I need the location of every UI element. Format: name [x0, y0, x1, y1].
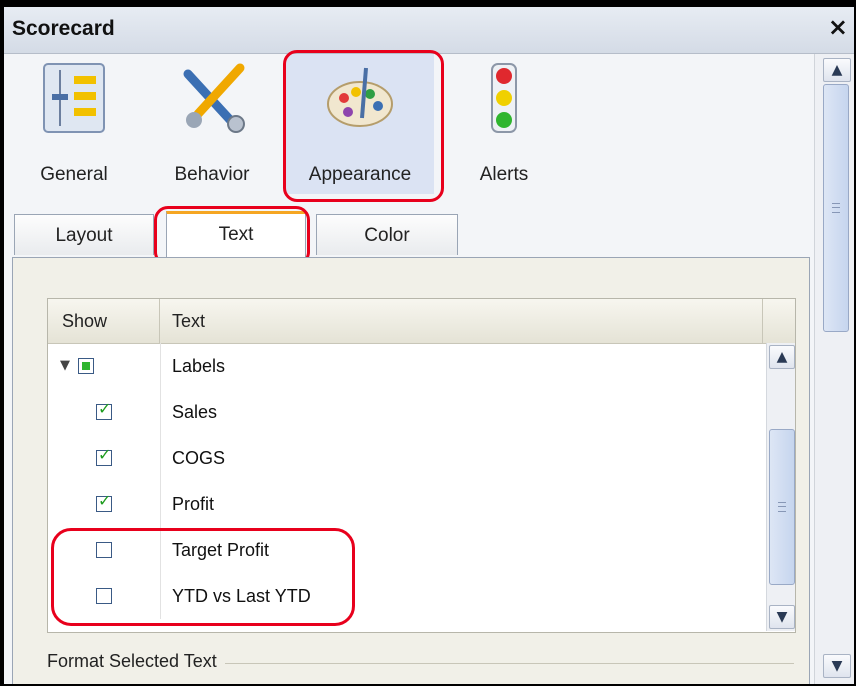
grip-icon — [832, 203, 840, 213]
category-general-button[interactable]: General — [14, 54, 134, 194]
tab-color[interactable]: Color — [316, 214, 458, 255]
labels-checkbox[interactable] — [78, 358, 94, 374]
grid-scrollbar[interactable]: ▲ ▼ — [766, 343, 795, 631]
traffic-light-icon — [491, 63, 517, 133]
tab-layout[interactable]: Layout — [14, 214, 154, 255]
row-text: COGS — [172, 448, 226, 468]
row-text: Labels — [172, 356, 226, 376]
format-selected-text-label: Format Selected Text — [47, 651, 225, 672]
scorecard-panel: Scorecard × General Behavior Appearance … — [4, 7, 854, 684]
category-behavior-button[interactable]: Behavior — [152, 54, 272, 194]
row-text: Target Profit — [172, 540, 270, 560]
category-label: General — [40, 164, 108, 185]
checkmark-icon: ✓ — [98, 399, 112, 418]
row-text: YTD vs Last YTD — [172, 586, 311, 606]
tools-icon — [183, 63, 245, 133]
row-text: Sales — [172, 402, 218, 422]
panel-scroll-thumb[interactable] — [823, 84, 849, 332]
sales-checkbox[interactable]: ✓ — [96, 399, 112, 420]
scroll-down-icon[interactable]: ▼ — [769, 605, 795, 629]
column-header-show[interactable]: Show — [48, 299, 160, 343]
checkmark-icon: ✓ — [98, 445, 112, 464]
column-header-text[interactable]: Text — [160, 299, 763, 343]
category-appearance-button[interactable]: Appearance — [286, 54, 434, 194]
title-bar: Scorecard × — [4, 7, 854, 54]
tab-text[interactable]: Text — [166, 211, 306, 260]
text-visibility-grid: Show Text ▼ Labels ✓ Sales ✓ COGS ✓ Prof… — [47, 298, 796, 633]
ytd-vs-last-ytd-checkbox[interactable] — [96, 588, 112, 604]
table-row[interactable]: ✓ Sales — [48, 389, 763, 435]
grid-scroll-thumb[interactable] — [769, 429, 795, 585]
partial-check-icon — [82, 362, 90, 370]
panel-content: General Behavior Appearance Alerts Layou… — [4, 50, 814, 684]
grid-header: Show Text — [48, 299, 795, 344]
palette-icon — [327, 67, 393, 127]
target-profit-checkbox[interactable] — [96, 542, 112, 558]
row-text: Profit — [172, 494, 215, 514]
category-alerts-button[interactable]: Alerts — [444, 54, 564, 194]
table-row[interactable]: ✓ Profit — [48, 481, 763, 527]
table-row[interactable]: Target Profit — [48, 527, 763, 573]
table-row[interactable]: ✓ COGS — [48, 435, 763, 481]
category-label: Behavior — [174, 164, 250, 185]
scroll-up-icon[interactable]: ▲ — [769, 345, 795, 369]
category-label: Appearance — [308, 164, 412, 185]
grip-icon — [778, 502, 786, 512]
panel-title: Scorecard — [12, 17, 115, 40]
scroll-up-icon[interactable]: ▲ — [823, 58, 851, 82]
table-row[interactable]: YTD vs Last YTD — [48, 573, 763, 619]
scroll-down-icon[interactable]: ▼ — [823, 654, 851, 678]
cogs-checkbox[interactable]: ✓ — [96, 445, 112, 466]
checkmark-icon: ✓ — [98, 491, 112, 510]
general-settings-icon — [43, 63, 105, 133]
profit-checkbox[interactable]: ✓ — [96, 491, 112, 512]
table-row[interactable]: ▼ Labels — [48, 343, 763, 389]
close-icon[interactable]: × — [828, 15, 848, 39]
expand-triangle-icon[interactable]: ▼ — [60, 358, 70, 373]
category-label: Alerts — [479, 164, 529, 185]
text-tab-panel: Show Text ▼ Labels ✓ Sales ✓ COGS ✓ Prof… — [12, 257, 810, 684]
panel-scrollbar[interactable]: ▲ ▼ — [814, 54, 854, 684]
tab-strip: Layout Text Color — [4, 211, 814, 260]
